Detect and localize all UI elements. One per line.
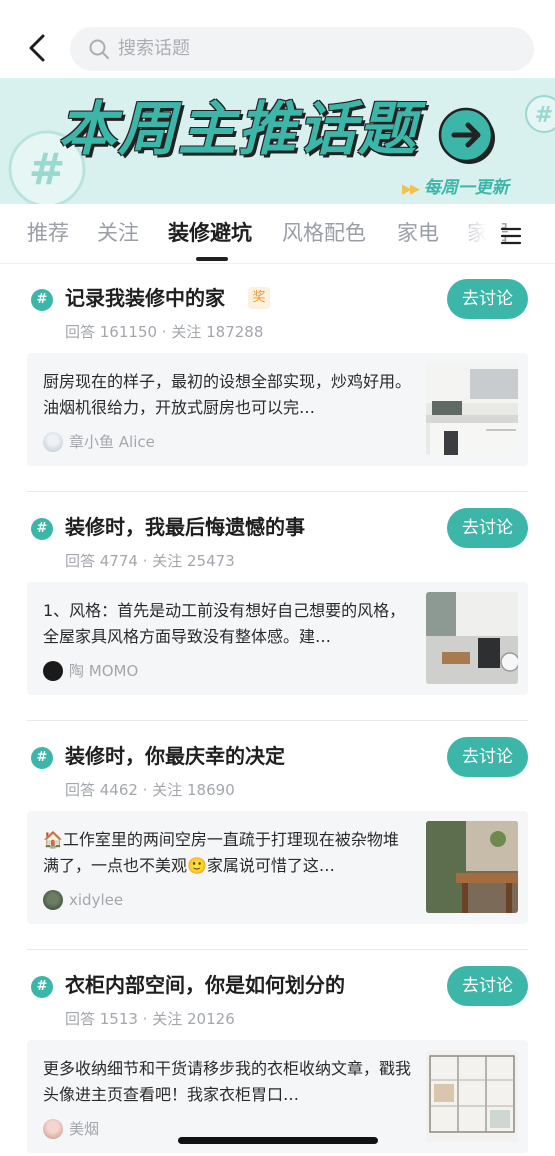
topic-card[interactable]: # 衣柜内部空间，你是如何划分的 回答 1513 · 关注 20126 去讨论 …: [0, 952, 555, 1156]
post-excerpt: 更多收纳细节和干货请移步我的衣柜收纳文章，戳我头像进主页查看吧！我家衣柜胃口…: [43, 1059, 412, 1104]
topic-stats: 回答 4462 · 关注 18690: [65, 781, 235, 799]
search-placeholder: 搜索话题: [118, 38, 190, 59]
tab-renovation-pitfalls[interactable]: 装修避坑: [168, 218, 252, 248]
banner-subtitle: ▶▶ 每周一更新: [402, 173, 509, 198]
post-excerpt: 1、风格：首先是动工前没有想好自己想要的风格，全屋家具风格方面导致没有整体感。建…: [43, 601, 406, 646]
banner-title: 本周主推话题: [58, 95, 419, 163]
avatar: [43, 661, 63, 681]
featured-post[interactable]: 厨房现在的样子，最初的设想全部实现，炒鸡好用。油烟机很给力，开放式厨房也可以完……: [27, 353, 528, 466]
topic-title[interactable]: 衣柜内部空间，你是如何划分的: [65, 969, 345, 1001]
hashtag-icon: #: [31, 747, 53, 769]
divider: [27, 720, 528, 721]
featured-post[interactable]: 🏠工作室里的两间空房一直疏于打理现在被杂物堆满了，一点也不美观🙂家属说可惜了这……: [27, 811, 528, 924]
divider: [27, 491, 528, 492]
kitchen-photo-thumbnail: [426, 363, 518, 455]
post-excerpt: 厨房现在的样子，最初的设想全部实现，炒鸡好用。油烟机很给力，开放式厨房也可以完…: [43, 372, 412, 417]
svg-text:#: #: [535, 103, 553, 128]
avatar: [43, 432, 63, 452]
hashtag-icon: #: [31, 518, 53, 540]
author-name: 美烟: [69, 1120, 100, 1138]
home-indicator[interactable]: [178, 1137, 378, 1144]
post-excerpt: 🏠工作室里的两间空房一直疏于打理现在被杂物堆满了，一点也不美观🙂家属说可惜了这…: [43, 830, 399, 875]
topic-stats: 回答 4774 · 关注 25473: [65, 552, 235, 570]
top-bar: 搜索话题: [0, 0, 555, 78]
hashtag-icon: #: [31, 976, 53, 998]
search-icon: [89, 39, 109, 59]
discuss-button[interactable]: 去讨论: [447, 508, 528, 548]
category-tabs: 推荐 关注 装修避坑 风格配色 家电 家居: [0, 204, 555, 264]
hashtag-decoration-icon: #: [525, 95, 555, 133]
topic-title[interactable]: 装修时，你最庆幸的决定: [65, 740, 285, 772]
topic-card[interactable]: # 记录我装修中的家 奖 回答 161150 · 关注 187288 去讨论 厨…: [0, 265, 555, 494]
kitchen-photo-thumbnail: [426, 592, 518, 684]
topic-stats: 回答 1513 · 关注 20126: [65, 1010, 235, 1028]
author-name: 章小鱼 Alice: [69, 433, 155, 451]
topic-stats: 回答 161150 · 关注 187288: [65, 323, 264, 341]
avatar: [43, 890, 63, 910]
tab-style-color[interactable]: 风格配色: [282, 218, 366, 248]
divider: [27, 949, 528, 950]
banner-subtitle-text: 每周一更新: [423, 178, 509, 198]
weekly-topic-banner[interactable]: # # 本周主推话题 ▶▶ 每周一更新: [0, 78, 555, 204]
award-badge: 奖: [248, 287, 270, 309]
double-chevron-icon: ▶▶: [402, 182, 420, 197]
avatar: [43, 1119, 63, 1139]
tab-recommend[interactable]: 推荐: [27, 218, 69, 248]
wardrobe-diagram-thumbnail: [426, 1050, 518, 1142]
author-name: 陶 MOMO: [69, 662, 139, 680]
tab-follow[interactable]: 关注: [97, 218, 139, 248]
topic-card[interactable]: # 装修时，你最庆幸的决定 回答 4462 · 关注 18690 去讨论 🏠工作…: [0, 723, 555, 952]
hashtag-icon: #: [31, 289, 53, 311]
tab-fade: [452, 204, 502, 262]
arrow-right-circle-icon: [438, 107, 495, 164]
workspace-photo-thumbnail: [426, 821, 518, 913]
search-input[interactable]: 搜索话题: [70, 27, 534, 71]
menu-icon[interactable]: [500, 226, 522, 246]
topic-title[interactable]: 装修时，我最后悔遗憾的事: [65, 511, 305, 543]
back-arrow-icon[interactable]: [22, 30, 54, 66]
discuss-button[interactable]: 去讨论: [447, 279, 528, 319]
active-tab-indicator: [196, 257, 228, 261]
discuss-button[interactable]: 去讨论: [447, 737, 528, 777]
author-name: xidylee: [69, 891, 124, 909]
topic-title[interactable]: 记录我装修中的家: [65, 282, 225, 314]
featured-post[interactable]: 1、风格：首先是动工前没有想好自己想要的风格，全屋家具风格方面导致没有整体感。建…: [27, 582, 528, 695]
topic-card[interactable]: # 装修时，我最后悔遗憾的事 回答 4774 · 关注 25473 去讨论 1、…: [0, 494, 555, 723]
tab-appliances[interactable]: 家电: [397, 218, 439, 248]
discuss-button[interactable]: 去讨论: [447, 966, 528, 1006]
